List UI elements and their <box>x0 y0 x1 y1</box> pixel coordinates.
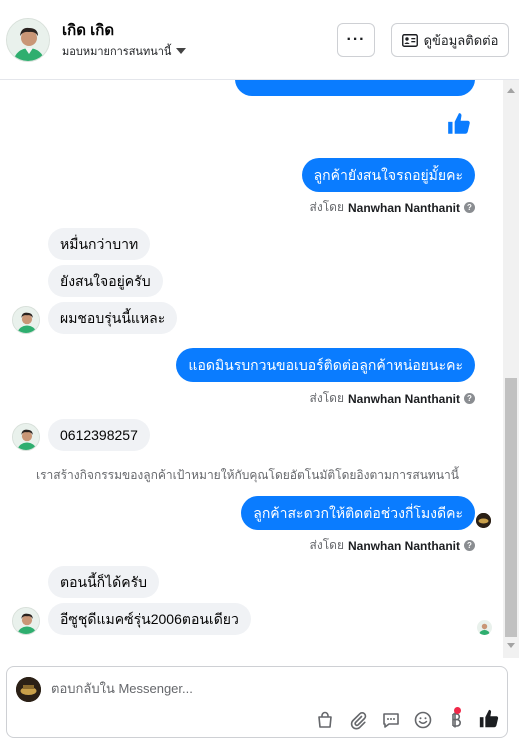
thumbs-up-message-icon[interactable] <box>446 111 472 137</box>
paperclip-icon[interactable] <box>348 710 368 730</box>
bag-icon[interactable] <box>315 710 335 730</box>
info-icon[interactable]: ? <box>464 540 475 551</box>
view-contact-label: ดูข้อมูลติดต่อ <box>423 32 499 48</box>
reply-input[interactable] <box>51 681 471 696</box>
contact-avatar-small <box>12 306 40 334</box>
page-read-avatar <box>476 513 491 528</box>
sender-name: Nanwhan Nanthanit <box>347 538 460 553</box>
info-icon[interactable]: ? <box>464 202 475 213</box>
assign-label: มอบหมายการสนทนานี้ <box>62 46 172 58</box>
incoming-message[interactable]: หมื่นกว่าบาท <box>48 228 151 260</box>
outgoing-message[interactable]: แอดมินรบกวนขอเบอร์ติดต่อลูกค้าหน่อยนะคะ <box>176 348 475 382</box>
message-list[interactable]: ลูกค้ายังสนใจรถอยู่มั้ยคะ ส่งโดย Nanwhan… <box>0 80 503 658</box>
assign-conversation-menu[interactable]: มอบหมายการสนทนานี้ <box>62 42 187 60</box>
message-composer <box>6 666 508 738</box>
incoming-message[interactable]: อีซูชุดีแมคซ์รุ่น2006ตอนเดียว <box>48 603 251 635</box>
contact-card-icon <box>401 33 418 47</box>
outgoing-message[interactable]: ลูกค้าสะดวกให้ติดต่อช่วงกี่โมงดีคะ <box>241 496 475 530</box>
contact-avatar-small <box>12 607 40 635</box>
thumbs-up-icon[interactable] <box>478 708 500 730</box>
sent-by-label: ส่งโดย Nanwhan Nanthanit ? <box>310 536 475 555</box>
outgoing-message[interactable]: ลูกค้ายังสนใจรถอยู่มั้ยคะ <box>301 158 475 192</box>
notification-dot <box>454 707 461 714</box>
info-icon[interactable]: ? <box>464 393 475 404</box>
conversation-header: เกิด เกิด มอบหมายการสนทนานี้ ··· ดูข้อมู… <box>0 0 519 80</box>
system-note: เราสร้างกิจกรรมของลูกค้าเป้าหมายให้กับคุ… <box>36 468 459 482</box>
incoming-message[interactable]: ผมชอบรุ่นนี้แหละ <box>48 302 178 334</box>
page-avatar <box>16 677 41 702</box>
scroll-down-arrow-icon[interactable] <box>507 643 515 648</box>
sent-by-label: ส่งโดย Nanwhan Nanthanit ? <box>310 389 475 408</box>
scroll-up-arrow-icon[interactable] <box>507 88 515 93</box>
emoji-icon[interactable] <box>413 710 433 730</box>
incoming-message[interactable]: ตอนนี้ก็ได้ครับ <box>48 566 160 598</box>
contact-name: เกิด เกิด <box>62 22 115 39</box>
more-options-button[interactable]: ··· <box>337 23 375 57</box>
saved-reply-icon[interactable] <box>381 710 401 730</box>
contact-avatar-small <box>12 423 40 451</box>
incoming-message[interactable]: 0612398257 <box>48 419 150 451</box>
ellipsis-icon: ··· <box>346 31 366 48</box>
caret-down-icon <box>176 48 187 54</box>
contact-read-avatar <box>477 620 492 635</box>
sent-by-label: ส่งโดย Nanwhan Nanthanit ? <box>310 198 475 217</box>
incoming-message[interactable]: ยังสนใจอยู่ครับ <box>48 265 163 297</box>
contact-avatar[interactable] <box>6 18 50 62</box>
scrollbar-thumb[interactable] <box>505 378 517 637</box>
view-contact-button[interactable]: ดูข้อมูลติดต่อ <box>391 23 509 57</box>
sender-name: Nanwhan Nanthanit <box>347 391 460 406</box>
sender-name: Nanwhan Nanthanit <box>347 200 460 215</box>
outgoing-message-partial[interactable] <box>235 80 475 96</box>
